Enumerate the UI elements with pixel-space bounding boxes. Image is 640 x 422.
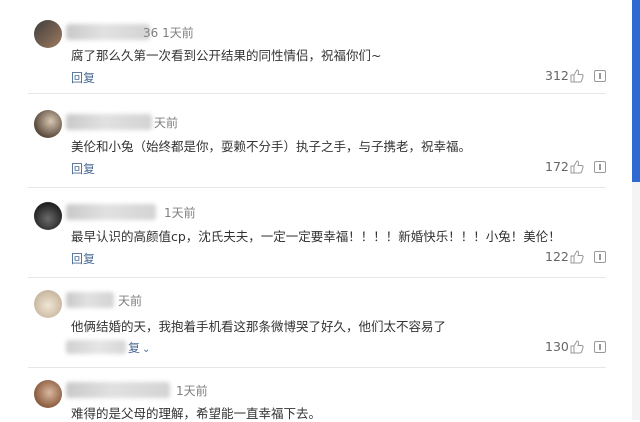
report-icon[interactable]: [594, 251, 606, 263]
comment-time: 1天前: [164, 206, 196, 220]
username-blurred[interactable]: [66, 24, 150, 40]
report-icon[interactable]: [594, 70, 606, 82]
comment-item: 天前 他俩结婚的天，我抱着手机看这那条微博哭了好久，他们太不容易了 复 ⌄ 130: [0, 278, 614, 368]
scrollbar-thumb[interactable]: [632, 0, 640, 182]
avatar[interactable]: [34, 202, 62, 230]
comment-text: 腐了那么久第一次看到公开结果的同性情侣，祝福你们~: [71, 48, 382, 63]
comment-text: 他俩结婚的天，我抱着手机看这那条微博哭了好久，他们太不容易了: [71, 319, 447, 334]
reply-link[interactable]: 回复: [71, 69, 95, 86]
thumbs-up-icon[interactable]: [570, 250, 584, 264]
avatar[interactable]: [34, 20, 62, 48]
comment-time: 天前: [118, 294, 143, 308]
reply-link-label: 复: [128, 341, 141, 355]
like-count: 172: [545, 159, 569, 174]
comment-time: 36 1天前: [143, 26, 194, 40]
comment-text: 美伦和小兔（始终都是你，耍赖不分手）执子之手，与子携老，祝幸福。: [71, 139, 472, 154]
reply-link[interactable]: 回复: [71, 250, 95, 267]
report-icon[interactable]: [594, 161, 606, 173]
avatar[interactable]: [34, 110, 62, 138]
thumbs-up-icon[interactable]: [570, 160, 584, 174]
comment-time: 1天前: [176, 384, 208, 398]
like-count: 130: [545, 339, 569, 354]
avatar[interactable]: [34, 290, 62, 318]
chevron-down-icon[interactable]: ⌄: [142, 344, 150, 355]
comment-item: 1天前 最早认识的高颜值cp，沈氏夫夫，一定一定要幸福！！！！新婚快乐！！！小兔…: [0, 188, 614, 278]
comment-time: 天前: [154, 116, 179, 130]
like-count: 122: [545, 249, 569, 264]
username-blurred[interactable]: [66, 382, 170, 398]
comment-text: 难得的是父母的理解，希望能一直幸福下去。: [71, 406, 322, 421]
comment-text: 最早认识的高颜值cp，沈氏夫夫，一定一定要幸福！！！！新婚快乐！！！小兔！美伦！: [71, 229, 561, 244]
reply-link[interactable]: 回复: [71, 160, 95, 177]
report-icon[interactable]: [594, 341, 606, 353]
avatar[interactable]: [34, 380, 62, 408]
username-blurred[interactable]: [66, 292, 114, 308]
reply-link[interactable]: 复 ⌄: [128, 339, 150, 356]
comment-item: 1天前 难得的是父母的理解，希望能一直幸福下去。: [0, 368, 614, 421]
like-count: 312: [545, 68, 569, 83]
username-blurred[interactable]: [66, 114, 152, 130]
comment-item: 36 1天前 腐了那么久第一次看到公开结果的同性情侣，祝福你们~ 回复 312: [0, 0, 614, 94]
comment-item: 天前 美伦和小兔（始终都是你，耍赖不分手）执子之手，与子携老，祝幸福。 回复 1…: [0, 94, 614, 188]
reply-count-blurred[interactable]: [66, 340, 126, 354]
thumbs-up-icon[interactable]: [570, 340, 584, 354]
thumbs-up-icon[interactable]: [570, 69, 584, 83]
username-blurred[interactable]: [66, 204, 156, 220]
